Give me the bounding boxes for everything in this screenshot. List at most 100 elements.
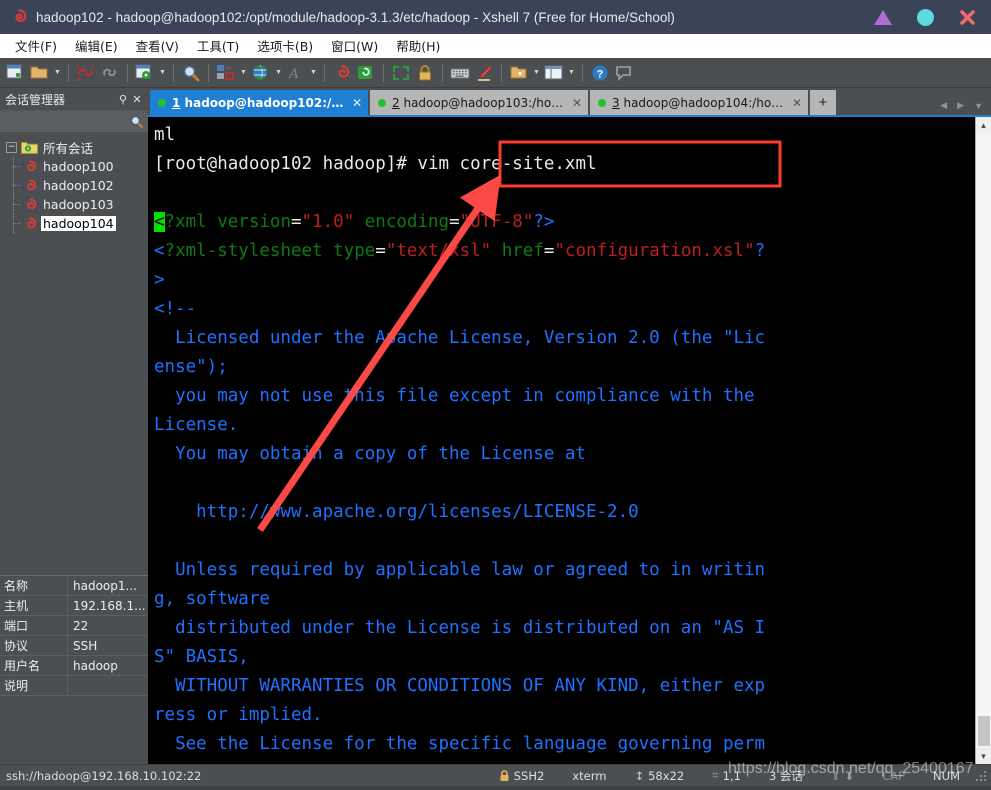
xftp-icon[interactable] bbox=[354, 61, 378, 85]
toolbar-separator bbox=[582, 63, 583, 82]
tab-2[interactable]: 2 hadoop@hadoop103:/home... ✕ bbox=[370, 90, 588, 115]
property-row: 协议 SSH bbox=[0, 636, 148, 656]
tab-1[interactable]: 1 hadoop@hadoop102:/opt/... ✕ bbox=[150, 90, 368, 115]
chevron-down-icon[interactable]: ▼ bbox=[157, 61, 168, 85]
toolbar-separator bbox=[127, 63, 128, 82]
tree-root-all-sessions[interactable]: − 所有会话 bbox=[0, 138, 148, 157]
add-folder-icon[interactable] bbox=[507, 61, 531, 85]
session-icon bbox=[22, 178, 38, 194]
terminal-pane: 1 hadoop@hadoop102:/opt/... ✕ 2 hadoop@h… bbox=[148, 88, 991, 764]
resize-grip-icon[interactable] bbox=[974, 769, 988, 783]
lock-icon bbox=[500, 769, 509, 781]
status-bar: ssh://hadoop@192.168.10.102:22 SSH2 xter… bbox=[0, 764, 991, 786]
xshell-spiral-icon bbox=[10, 8, 28, 26]
tree-guide bbox=[13, 166, 21, 167]
keyboard-icon[interactable] bbox=[448, 61, 472, 85]
session-label: hadoop102 bbox=[43, 178, 114, 193]
session-item-hadoop104[interactable]: hadoop104 bbox=[0, 214, 148, 233]
fullscreen-icon[interactable] bbox=[389, 61, 413, 85]
chevron-down-icon[interactable]: ▼ bbox=[531, 61, 542, 85]
tab-label: 3 hadoop@hadoop104:/home... bbox=[612, 96, 785, 110]
scroll-down-icon[interactable]: ▼ bbox=[975, 748, 991, 764]
property-key: 主机 bbox=[0, 596, 68, 615]
tab-3[interactable]: 3 hadoop@hadoop104:/home... ✕ bbox=[590, 90, 808, 115]
tab-number: 1 bbox=[172, 95, 181, 110]
tab-title: hadoop@hadoop104:/home... bbox=[623, 95, 785, 110]
property-key: 用户名 bbox=[0, 656, 68, 675]
tab-title: hadoop@hadoop103:/home... bbox=[403, 95, 565, 110]
title-bar: hadoop102 - hadoop@hadoop102:/opt/module… bbox=[0, 0, 991, 34]
xshell-spiral-icon[interactable] bbox=[330, 61, 354, 85]
properties-filler bbox=[0, 696, 148, 764]
split-view-icon[interactable] bbox=[542, 61, 566, 85]
collapse-icon[interactable]: − bbox=[6, 142, 17, 153]
menu-edit[interactable]: 编辑(E) bbox=[66, 34, 127, 57]
session-item-hadoop102[interactable]: hadoop102 bbox=[0, 176, 148, 195]
terminal-scrollbar[interactable]: ▲ ▼ bbox=[975, 117, 991, 764]
minimize-button[interactable] bbox=[873, 7, 893, 27]
toolbar-separator bbox=[173, 63, 174, 82]
upload-arrow-icon: ⬆ bbox=[830, 768, 841, 783]
scroll-up-icon[interactable]: ▲ bbox=[975, 117, 991, 133]
layout-icon[interactable] bbox=[214, 61, 238, 85]
folder-sessions-icon bbox=[21, 141, 38, 155]
session-icon bbox=[22, 159, 38, 175]
menu-file[interactable]: 文件(F) bbox=[6, 34, 66, 57]
chevron-right-icon[interactable]: ▶ bbox=[957, 100, 964, 111]
session-item-hadoop103[interactable]: hadoop103 bbox=[0, 195, 148, 214]
terminal-command: vim core-site.xml bbox=[417, 154, 597, 174]
close-button[interactable] bbox=[957, 7, 977, 27]
toolbar: ▼ ▼ ▼ ▼ A ▼ ▼ ▼ ? bbox=[0, 58, 991, 88]
session-tree[interactable]: − 所有会话 hadoop100 hadoop102 hadoop103 had… bbox=[0, 132, 148, 575]
open-folder-icon[interactable] bbox=[28, 61, 52, 85]
menu-window[interactable]: 窗口(W) bbox=[322, 34, 387, 57]
menu-tools[interactable]: 工具(T) bbox=[188, 34, 248, 57]
globe-icon[interactable] bbox=[249, 61, 273, 85]
font-icon[interactable]: A bbox=[284, 61, 308, 85]
close-icon[interactable]: ✕ bbox=[572, 96, 582, 110]
chevron-down-icon[interactable]: ▼ bbox=[238, 61, 249, 85]
status-protocol: SSH2 bbox=[485, 769, 559, 783]
status-dot-icon bbox=[158, 98, 166, 107]
tab-label: 2 hadoop@hadoop103:/home... bbox=[392, 96, 565, 110]
chevron-down-icon[interactable]: ▼ bbox=[308, 61, 319, 85]
find-icon[interactable] bbox=[179, 61, 203, 85]
new-tab-button[interactable]: + bbox=[810, 90, 836, 115]
session-properties-icon[interactable] bbox=[133, 61, 157, 85]
close-icon[interactable]: ✕ bbox=[792, 96, 802, 110]
menu-view[interactable]: 查看(V) bbox=[127, 34, 188, 57]
reconnect-icon[interactable] bbox=[98, 61, 122, 85]
status-transfer: ⬆ ⬇ bbox=[817, 769, 868, 783]
toolbar-separator bbox=[324, 63, 325, 82]
chevron-down-icon[interactable]: ▼ bbox=[52, 61, 63, 85]
scrollbar-thumb[interactable] bbox=[977, 716, 990, 746]
chevron-down-icon[interactable]: ▼ bbox=[273, 61, 284, 85]
tab-number: 3 bbox=[612, 95, 620, 110]
pin-icon[interactable]: ⚲ bbox=[116, 91, 130, 107]
close-icon[interactable]: ✕ bbox=[130, 91, 144, 107]
property-key: 名称 bbox=[0, 576, 68, 595]
chevron-down-icon[interactable]: ▼ bbox=[974, 101, 983, 111]
terminal-screen[interactable]: ml [root@hadoop102 hadoop]# vim core-sit… bbox=[148, 117, 975, 764]
highlight-pen-icon[interactable] bbox=[472, 61, 496, 85]
lock-icon[interactable] bbox=[413, 61, 437, 85]
session-manager-panel: 会话管理器 ⚲ ✕ − 所有会话 hadoop100 hadoop102 had… bbox=[0, 88, 148, 764]
close-icon[interactable]: ✕ bbox=[352, 96, 362, 110]
property-row: 端口 22 bbox=[0, 616, 148, 636]
tab-navigation: ◀ ▶ ▼ bbox=[940, 100, 991, 115]
help-icon[interactable]: ? bbox=[588, 61, 612, 85]
chevron-left-icon[interactable]: ◀ bbox=[940, 100, 947, 111]
menu-tab[interactable]: 选项卡(B) bbox=[248, 34, 322, 57]
maximize-button[interactable] bbox=[915, 7, 935, 27]
scrollbar-track[interactable] bbox=[975, 133, 991, 748]
session-search-bar[interactable] bbox=[0, 110, 148, 132]
session-item-hadoop100[interactable]: hadoop100 bbox=[0, 157, 148, 176]
feedback-icon[interactable] bbox=[612, 61, 636, 85]
new-session-icon[interactable] bbox=[4, 61, 28, 85]
property-value bbox=[68, 676, 148, 695]
chevron-down-icon[interactable]: ▼ bbox=[566, 61, 577, 85]
menu-help[interactable]: 帮助(H) bbox=[387, 34, 449, 57]
main-body: 会话管理器 ⚲ ✕ − 所有会话 hadoop100 hadoop102 had… bbox=[0, 88, 991, 764]
tree-guide bbox=[13, 223, 21, 224]
disconnect-icon[interactable] bbox=[74, 61, 98, 85]
